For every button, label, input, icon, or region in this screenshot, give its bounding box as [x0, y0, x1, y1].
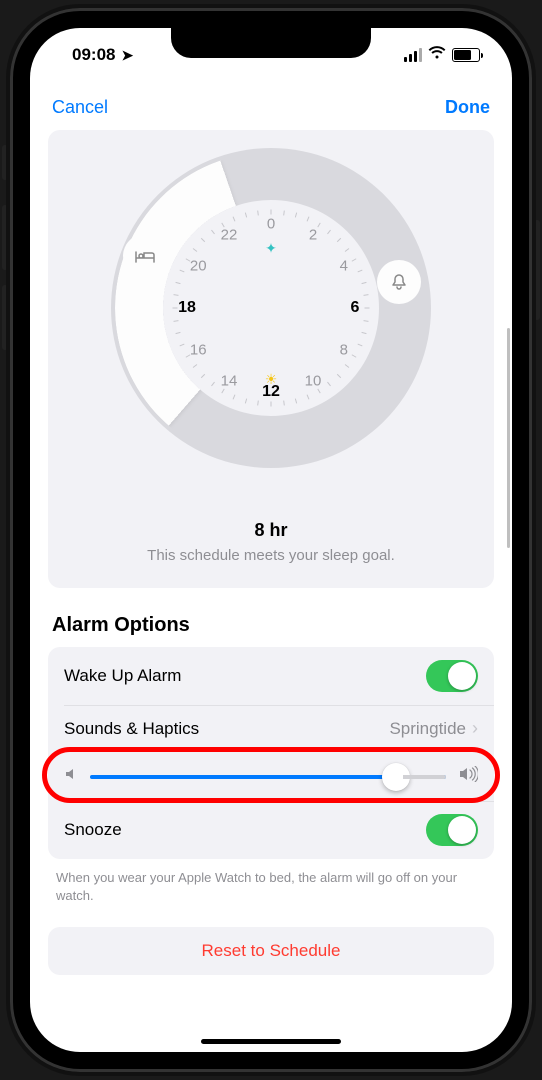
home-indicator[interactable] [201, 1039, 341, 1044]
volume-high-icon [458, 766, 478, 787]
clock-number: 6 [351, 299, 360, 317]
wake-alarm-label: Wake Up Alarm [64, 666, 181, 686]
clock-number: 2 [309, 227, 317, 244]
done-button[interactable]: Done [445, 97, 490, 118]
phone-frame: 09:08 ➤ Cancel Done [10, 8, 532, 1072]
clock-number: 14 [221, 372, 238, 389]
notch [171, 28, 371, 58]
clock-number: 18 [178, 299, 196, 317]
nav-bar: Cancel Done [30, 84, 512, 130]
chevron-right-icon: › [472, 718, 478, 739]
battery-icon [452, 48, 480, 62]
clock-number: 4 [340, 258, 348, 275]
reset-to-schedule-button[interactable]: Reset to Schedule [48, 927, 494, 975]
sounds-haptics-row[interactable]: Sounds & Haptics Springtide › [48, 705, 494, 752]
sleep-dial-card: 0246810121416182022 ✦ ☀ 8 hr This schedu… [48, 130, 494, 588]
clock-number: 0 [267, 216, 275, 233]
volume-thumb[interactable] [382, 763, 410, 791]
sounds-value: Springtide [389, 719, 466, 739]
wake-handle[interactable] [377, 260, 421, 304]
wifi-icon [428, 45, 446, 65]
sleep-dial[interactable]: 0246810121416182022 ✦ ☀ [111, 148, 431, 468]
alarm-options-group: Wake Up Alarm Sounds & Haptics Springtid… [48, 647, 494, 859]
snooze-row[interactable]: Snooze [48, 801, 494, 859]
snooze-label: Snooze [64, 820, 122, 840]
clock-number: 10 [305, 372, 322, 389]
sleep-duration: 8 hr [48, 520, 494, 541]
stars-icon: ✦ [265, 240, 277, 257]
sounds-label: Sounds & Haptics [64, 719, 199, 739]
cellular-icon [404, 48, 422, 62]
clock-number: 16 [190, 342, 207, 359]
alarm-options-title: Alarm Options [52, 614, 490, 637]
bedtime-handle[interactable] [123, 234, 167, 278]
wake-alarm-toggle[interactable] [426, 660, 478, 692]
alarm-footnote: When you wear your Apple Watch to bed, t… [56, 869, 486, 905]
volume-slider[interactable] [90, 775, 446, 779]
content: 0246810121416182022 ✦ ☀ 8 hr This schedu… [30, 130, 512, 1052]
reset-group: Reset to Schedule [48, 927, 494, 975]
clock-number: 20 [190, 258, 207, 275]
wake-alarm-row[interactable]: Wake Up Alarm [48, 647, 494, 705]
screen: 09:08 ➤ Cancel Done [30, 28, 512, 1052]
sleep-goal-text: This schedule meets your sleep goal. [48, 547, 494, 564]
location-icon: ➤ [121, 47, 133, 64]
volume-row [48, 752, 494, 801]
scroll-indicator [507, 328, 510, 548]
status-time: 09:08 [72, 45, 115, 65]
clock-number: 22 [221, 227, 238, 244]
snooze-toggle[interactable] [426, 814, 478, 846]
cancel-button[interactable]: Cancel [52, 97, 108, 118]
clock-number: 8 [340, 342, 348, 359]
sun-icon: ☀ [265, 371, 278, 388]
volume-low-icon [64, 767, 78, 786]
